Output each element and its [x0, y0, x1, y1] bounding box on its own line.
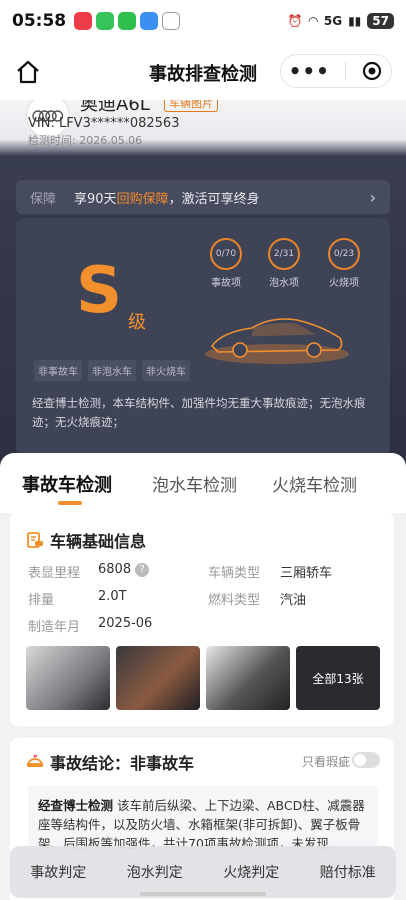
- car-photo[interactable]: [26, 646, 110, 710]
- accident-detail-brand: 经查博士检测: [38, 798, 114, 813]
- vehicle-info-title-text: 车辆基础信息: [50, 532, 147, 551]
- notification-icons: [74, 12, 181, 30]
- tag-non-flood: 非泡水车: [88, 360, 136, 381]
- car-photo[interactable]: [206, 646, 290, 710]
- status-bar: 05:58 ⏰ ◠ 5G ▮▮ 57: [0, 0, 406, 42]
- mileage-label: 表显里程: [28, 566, 81, 581]
- alarm-icon: ⏰: [287, 14, 303, 28]
- close-miniprogram-icon[interactable]: [361, 60, 383, 82]
- grade-card: S 级 0/70 事故项 2/31 泡水项 0/23 火烧项 非事故车 非泡水车…: [16, 218, 390, 456]
- chevron-right-icon: ›: [369, 187, 376, 207]
- stat-ring: 0/23: [328, 238, 360, 270]
- accident-conclusion-text: 事故结论：非事故车: [50, 754, 195, 773]
- tag-non-fire: 非火烧车: [142, 360, 190, 381]
- app-notification-icon: [74, 12, 93, 30]
- system-icons: ⏰ ◠ 5G ▮▮ 57: [288, 13, 394, 29]
- flaws-only-label: 只看瑕疵: [301, 755, 350, 769]
- vin-number: VIN: LFV3******082563: [28, 116, 180, 131]
- stat-fire: 0/23 火烧项: [320, 238, 368, 289]
- nav-bar: 事故排查检测 •••: [0, 42, 406, 100]
- grade-conclusion: 经查博士检测，本车结构件、加强件均无重大事故痕迹；无泡水痕迹；无火烧痕迹；: [32, 396, 366, 429]
- grade-letter: S: [76, 254, 123, 328]
- accident-conclusion-title: 事故结论：非事故车: [26, 750, 194, 774]
- nav-flood-judgement[interactable]: 泡水判定: [127, 862, 183, 882]
- vehicle-type-label: 车辆类型: [208, 566, 261, 581]
- active-tab-indicator: [58, 501, 82, 505]
- car-image-badge[interactable]: 车辆图片: [164, 100, 218, 112]
- report-hero: 奥迪A6L 车辆图片 VIN: LFV3******082563 检测时间: 2…: [0, 100, 406, 470]
- guarantee-post: ，激活可享终身: [168, 191, 260, 207]
- car-illustration-icon: [205, 318, 349, 364]
- manufacture-date-value: 2025-06: [98, 616, 153, 631]
- mileage-value: 6808?: [98, 562, 150, 577]
- vehicle-info-title: 车辆基础信息: [26, 528, 146, 552]
- vehicle-info-card: 车辆基础信息 表显里程 6808? 车辆类型 三厢轿车 排量 2.0T 燃料类型…: [10, 512, 394, 726]
- app-notification-icon: [96, 12, 115, 30]
- help-icon[interactable]: ?: [135, 562, 150, 577]
- result-tags: 非事故车 非泡水车 非火烧车: [34, 360, 190, 381]
- guarantee-highlight: 回购保障: [116, 191, 169, 207]
- nav-fire-judgement[interactable]: 火烧判定: [223, 862, 279, 882]
- stat-flood: 2/31 泡水项: [260, 238, 308, 289]
- stat-ring: 0/70: [210, 238, 242, 270]
- capsule-divider: [345, 62, 347, 80]
- network-label: 5G: [323, 14, 343, 28]
- wechat-icon: [118, 12, 137, 30]
- detection-tabs: 事故车检测 泡水车检测 火烧车检测: [0, 453, 406, 513]
- wifi-icon: ◠: [308, 14, 318, 28]
- stat-accident: 0/70 事故项: [202, 238, 250, 289]
- tag-non-accident: 非事故车: [34, 360, 82, 381]
- nav-accident-judgement[interactable]: 事故判定: [30, 862, 86, 882]
- all-photos-button[interactable]: 全部13张: [296, 646, 380, 710]
- guarantee-pre: 享90天: [74, 191, 117, 207]
- bottom-nav: 事故判定 泡水判定 火烧判定 赔付标准: [10, 846, 396, 898]
- battery-icon: 57: [367, 13, 394, 29]
- flaws-only-toggle[interactable]: [352, 752, 380, 768]
- guarantee-label: 保障: [30, 191, 57, 207]
- signal-icon: ▮▮: [348, 14, 362, 28]
- tab-flood[interactable]: 泡水车检测: [152, 471, 237, 496]
- stat-label: 火烧项: [329, 278, 359, 289]
- stat-ring: 2/31: [268, 238, 300, 270]
- car-model-name: 奥迪A6L: [80, 100, 150, 115]
- document-car-icon: [27, 532, 43, 548]
- car-photo[interactable]: [116, 646, 200, 710]
- nav-compensation-standard[interactable]: 赔付标准: [320, 862, 376, 882]
- guarantee-banner[interactable]: 保障 享90天 回购保障 ，激活可享终身 ›: [16, 180, 390, 214]
- tab-fire[interactable]: 火烧车检测: [272, 471, 357, 496]
- stat-label: 泡水项: [269, 278, 299, 289]
- grade-level: 级: [128, 312, 146, 333]
- fuel-type-value: 汽油: [280, 593, 307, 608]
- miniprogram-capsule: •••: [280, 54, 392, 88]
- displacement-value: 2.0T: [98, 589, 127, 604]
- message-icon: [140, 12, 159, 30]
- app-notification-icon: [162, 12, 181, 30]
- more-icon[interactable]: •••: [289, 59, 330, 83]
- check-time: 检测时间: 2026.05.06: [28, 134, 143, 147]
- home-indicator: [140, 892, 266, 896]
- vehicle-type-value: 三厢轿车: [280, 566, 333, 581]
- fuel-type-label: 燃料类型: [208, 593, 261, 608]
- displacement-label: 排量: [28, 593, 55, 608]
- crash-car-icon: [26, 754, 44, 767]
- manufacture-date-label: 制造年月: [28, 620, 81, 635]
- tab-accident[interactable]: 事故车检测: [22, 471, 112, 497]
- stat-label: 事故项: [211, 278, 241, 289]
- mileage-number: 6808: [98, 562, 132, 577]
- status-time: 05:58: [12, 11, 67, 31]
